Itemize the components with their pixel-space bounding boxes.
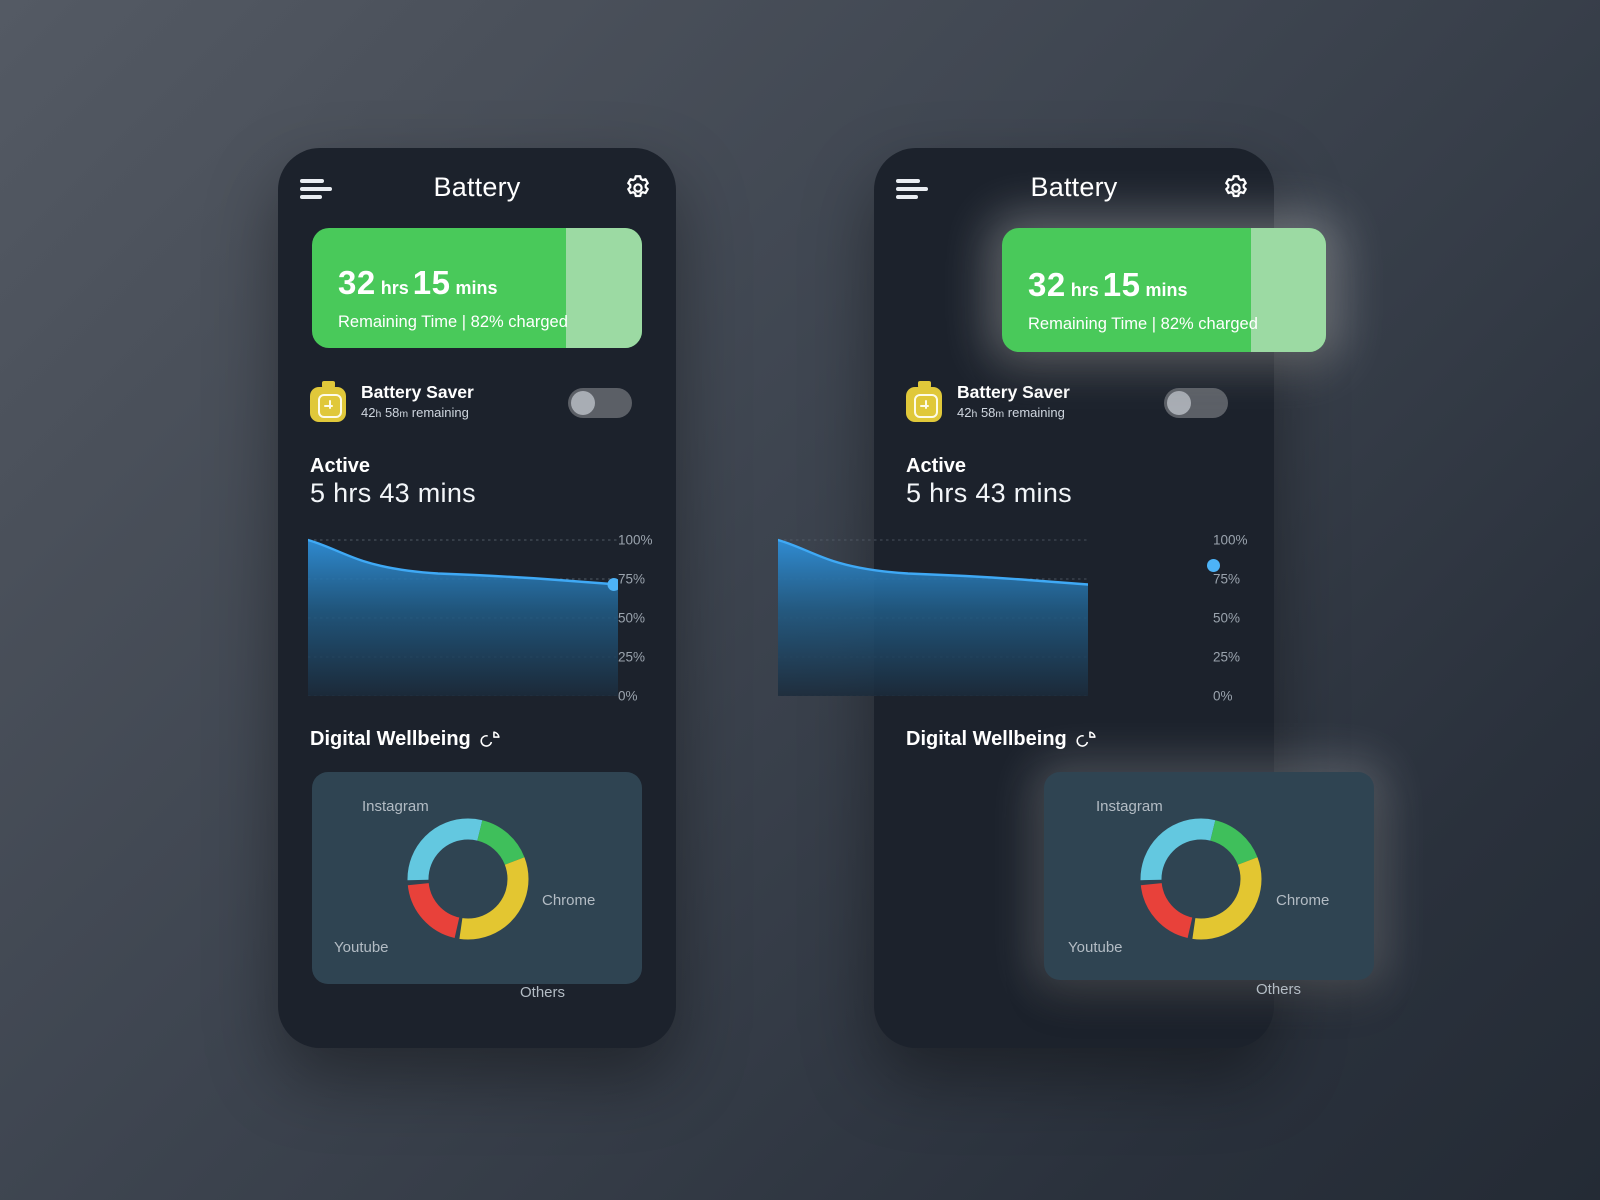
y-tick-75: 75% — [618, 571, 646, 587]
remaining-subtitle: Remaining Time | 82% charged — [338, 313, 568, 331]
battery-plus-icon — [906, 380, 942, 422]
y-tick-50: 50% — [618, 610, 646, 626]
digital-wellbeing-title: Digital Wellbeing — [906, 728, 1067, 750]
active-value: 5 hrs 43 mins — [906, 478, 1072, 508]
battery-saver-label: Battery Saver — [957, 381, 1070, 402]
page-title: Battery — [1030, 172, 1118, 202]
battery-plus-icon — [310, 380, 346, 422]
donut-label-youtube: Youtube — [1068, 939, 1123, 956]
app-header-right: Battery — [874, 148, 1274, 234]
page-title: Battery — [433, 172, 521, 202]
donut-chart-rings — [407, 818, 529, 940]
digital-wellbeing-header: Digital Wellbeing — [310, 728, 502, 751]
battery-saver-row[interactable]: Battery Saver 42h 58m remaining — [310, 380, 474, 422]
remaining-time-card[interactable]: 32 hrs 15 mins Remaining Time | 82% charged — [312, 228, 642, 348]
gear-icon[interactable] — [1220, 172, 1252, 204]
battery-history-chart[interactable] — [308, 536, 618, 696]
remaining-time-card-floating[interactable]: 32 hrs 15 mins Remaining Time | 82% charged — [1002, 228, 1326, 352]
digital-wellbeing-title: Digital Wellbeing — [310, 728, 471, 750]
donut-label-others: Others — [520, 984, 566, 1001]
pie-chart-icon — [480, 729, 502, 751]
donut-label-youtube: Youtube — [334, 939, 389, 956]
active-value: 5 hrs 43 mins — [310, 478, 476, 508]
remaining-minutes: 15 — [1102, 266, 1141, 303]
battery-saver-sub: 42h 58m remaining — [361, 405, 469, 421]
digital-wellbeing-card[interactable]: Instagram Chrome Others Youtube — [312, 772, 642, 1001]
y-tick-75: 75% — [1213, 571, 1241, 587]
y-tick-0: 0% — [618, 688, 638, 704]
chart-y-axis: 100% 75% 50% 25% 0% — [618, 532, 678, 704]
battery-saver-row[interactable]: Battery Saver 42h 58m remaining — [906, 380, 1070, 422]
remaining-minutes: 15 — [412, 264, 451, 301]
donut-label-chrome: Chrome — [542, 892, 596, 909]
remaining-hours: 32 — [1028, 266, 1066, 303]
y-tick-0: 0% — [1213, 688, 1233, 704]
remaining-hours: 32 — [338, 264, 376, 301]
pie-chart-icon — [1076, 729, 1098, 751]
toggle-knob — [1167, 391, 1191, 415]
y-tick-25: 25% — [618, 649, 646, 665]
active-label: Active — [310, 455, 371, 477]
donut-chart — [1140, 818, 1262, 940]
gear-icon[interactable] — [622, 172, 654, 204]
chart-y-axis-floating: 100% 75% 50% 25% 0% — [1213, 532, 1283, 704]
canvas: Battery 32 hrs 15 mins Remaining Time | 82%… — [0, 0, 1600, 1200]
toggle-knob — [571, 391, 595, 415]
remaining-minutes-unit: mins — [455, 278, 498, 298]
battery-history-chart-floating[interactable] — [776, 536, 1090, 697]
remaining-time-value: 32 hrs 15 mins — [1028, 268, 1326, 301]
y-tick-25: 25% — [1213, 649, 1241, 665]
remaining-hours-unit: hrs — [380, 278, 409, 298]
chart-current-marker — [1207, 559, 1220, 572]
battery-saver-label: Battery Saver — [361, 381, 474, 402]
phone-mockup-left: Battery 32 hrs 15 mins Remaining Time | 82%… — [278, 148, 676, 1048]
digital-wellbeing-header: Digital Wellbeing — [906, 728, 1098, 751]
remaining-time-value: 32 hrs 15 mins — [338, 266, 642, 299]
y-tick-100: 100% — [1213, 532, 1248, 548]
active-label: Active — [906, 455, 967, 477]
donut-label-others: Others — [1256, 981, 1302, 998]
app-header-left: Battery — [278, 148, 676, 234]
remaining-minutes-unit: mins — [1145, 280, 1188, 300]
donut-label-chrome: Chrome — [1276, 892, 1330, 909]
battery-saver-sub: 42h 58m remaining — [957, 405, 1065, 421]
y-tick-100: 100% — [618, 532, 653, 548]
remaining-subtitle: Remaining Time | 82% charged — [1028, 315, 1258, 333]
digital-wellbeing-card-floating[interactable]: Instagram Chrome Others Youtube — [1044, 772, 1374, 998]
battery-saver-toggle[interactable] — [568, 388, 632, 418]
y-tick-50: 50% — [1213, 610, 1241, 626]
remaining-hours-unit: hrs — [1070, 280, 1099, 300]
battery-saver-toggle[interactable] — [1164, 388, 1228, 418]
